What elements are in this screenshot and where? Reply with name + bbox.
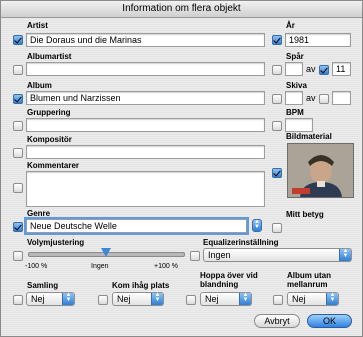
gapless-label: Album utan mellanrum <box>287 271 331 289</box>
window-title: Information om flera objekt <box>1 1 362 18</box>
compilation-checkbox[interactable] <box>13 295 23 305</box>
disc-label: Skiva <box>286 81 307 90</box>
skip-shuffle-select[interactable]: Nej ▲ ▼ <box>200 292 252 306</box>
artwork-checkbox[interactable] <box>272 168 282 178</box>
genre-field[interactable]: Neue Deutsche Welle <box>26 219 247 233</box>
remember-position-checkbox[interactable] <box>98 295 108 305</box>
chevron-updown-icon: ▲ ▼ <box>239 292 251 305</box>
ok-button[interactable]: OK <box>307 314 352 328</box>
album-label: Album <box>27 81 52 90</box>
composer-label: Kompositör <box>27 135 72 144</box>
remember-position-value: Nej <box>117 294 131 304</box>
bpm-checkbox[interactable] <box>272 121 282 131</box>
artist-field[interactable]: Die Doraus und die Marinas <box>26 33 265 47</box>
comments-checkbox[interactable] <box>13 183 23 193</box>
grouping-label: Gruppering <box>27 108 71 117</box>
artwork-portrait-icon <box>288 144 353 197</box>
album-artist-field[interactable] <box>26 62 265 76</box>
remember-position-select[interactable]: Nej ▲ ▼ <box>112 292 164 306</box>
volume-mid-label: Ingen <box>91 263 109 270</box>
grouping-field[interactable] <box>26 118 265 132</box>
volume-min-label: -100 % <box>25 263 48 270</box>
genre-menu-button[interactable]: ▲ ▼ <box>252 219 262 232</box>
composer-field[interactable] <box>26 145 265 159</box>
track-label: Spår <box>286 52 304 61</box>
year-field[interactable]: 1981 <box>285 33 351 47</box>
disc-of-label: av <box>306 93 316 103</box>
track-count-checkbox[interactable] <box>319 65 329 75</box>
gapless-select[interactable]: Nej ▲ ▼ <box>287 292 339 306</box>
artist-checkbox[interactable] <box>13 35 23 45</box>
volume-checkbox[interactable] <box>13 251 23 261</box>
album-artwork-image[interactable] <box>287 143 354 198</box>
grouping-checkbox[interactable] <box>13 121 23 131</box>
volume-label: Volymjustering <box>27 238 85 247</box>
bpm-label: BPM <box>286 108 304 117</box>
remember-position-label: Kom ihåg plats <box>112 281 170 290</box>
skip-shuffle-checkbox[interactable] <box>186 295 196 305</box>
equalizer-select[interactable]: Ingen ▲ ▼ <box>203 248 352 262</box>
year-label: År <box>286 21 295 30</box>
disc-number-checkbox[interactable] <box>272 94 282 104</box>
volume-slider-thumb[interactable] <box>100 248 111 257</box>
gapless-checkbox[interactable] <box>273 295 283 305</box>
equalizer-value: Ingen <box>208 250 231 260</box>
chevron-updown-icon: ▲ ▼ <box>326 292 338 305</box>
bpm-field[interactable] <box>285 118 313 132</box>
track-number-field[interactable] <box>285 62 303 76</box>
artist-label: Artist <box>27 21 48 30</box>
rating-checkbox[interactable] <box>272 223 282 233</box>
album-checkbox[interactable] <box>13 94 23 104</box>
compilation-label: Samling <box>27 281 59 290</box>
genre-checkbox[interactable] <box>13 222 23 232</box>
rating-label: Mitt betyg <box>286 210 324 219</box>
compilation-value: Nej <box>31 294 45 304</box>
skip-shuffle-label: Hoppa över vid blandning <box>200 271 258 289</box>
chevron-updown-icon: ▲ ▼ <box>151 292 163 305</box>
cancel-button[interactable]: Avbryt <box>254 314 300 328</box>
track-number-checkbox[interactable] <box>272 65 282 75</box>
track-of-label: av <box>306 64 316 74</box>
gapless-value: Nej <box>292 294 306 304</box>
volume-max-label: +100 % <box>154 263 178 270</box>
track-count-field[interactable]: 11 <box>332 62 351 76</box>
skip-shuffle-value: Nej <box>205 294 219 304</box>
comments-label: Kommentarer <box>27 161 80 170</box>
album-field[interactable]: Blumen und Narzissen <box>26 91 265 105</box>
disc-number-field[interactable] <box>285 91 303 105</box>
album-artist-label: Albumartist <box>27 52 72 61</box>
compilation-select[interactable]: Nej ▲ ▼ <box>26 292 75 306</box>
comments-field[interactable] <box>26 171 265 207</box>
equalizer-label: Equalizerinställning <box>203 238 279 247</box>
artwork-label: Bildmaterial <box>286 132 332 141</box>
info-dialog: Information om flera objekt Artist Die D… <box>0 0 363 337</box>
genre-label: Genre <box>27 209 51 218</box>
disc-count-checkbox[interactable] <box>319 94 329 104</box>
composer-checkbox[interactable] <box>13 148 23 158</box>
album-artist-checkbox[interactable] <box>13 65 23 75</box>
equalizer-checkbox[interactable] <box>190 251 200 261</box>
chevron-updown-icon: ▲ ▼ <box>62 292 74 305</box>
chevron-updown-icon: ▲ ▼ <box>339 248 351 261</box>
year-checkbox[interactable] <box>272 35 282 45</box>
disc-count-field[interactable] <box>332 91 351 105</box>
